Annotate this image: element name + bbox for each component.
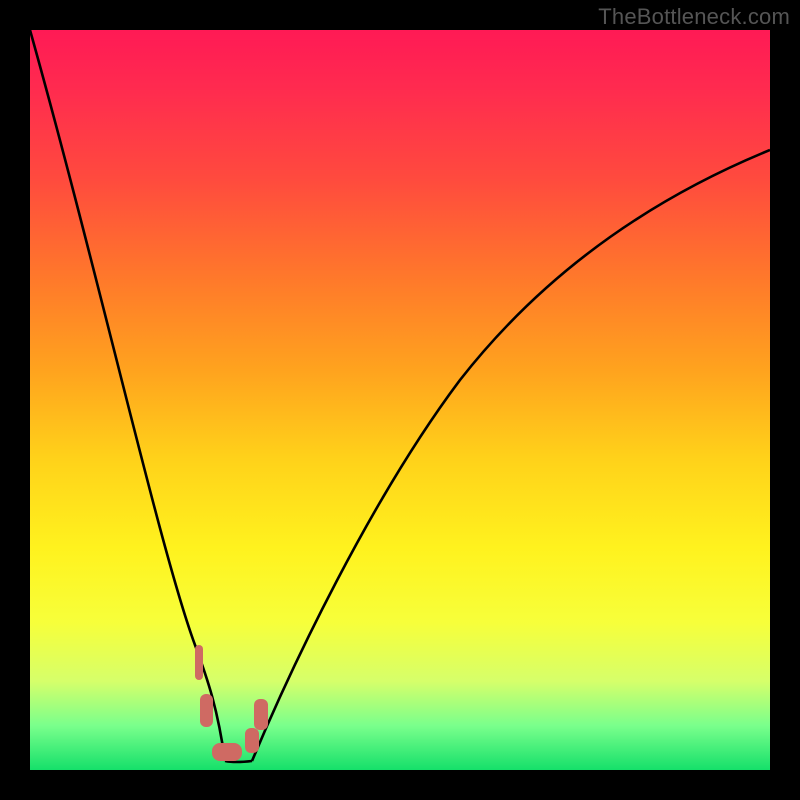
plot-area [30, 30, 770, 770]
watermark-text: TheBottleneck.com [598, 4, 790, 30]
marker-blob [254, 699, 268, 730]
curve-valley [225, 761, 252, 762]
curve-right-branch [252, 150, 770, 761]
marker-blob [195, 645, 203, 680]
marker-blob [200, 694, 213, 727]
marker-blob [245, 728, 259, 753]
marker-blob [212, 743, 242, 761]
curve-svg [30, 30, 770, 770]
